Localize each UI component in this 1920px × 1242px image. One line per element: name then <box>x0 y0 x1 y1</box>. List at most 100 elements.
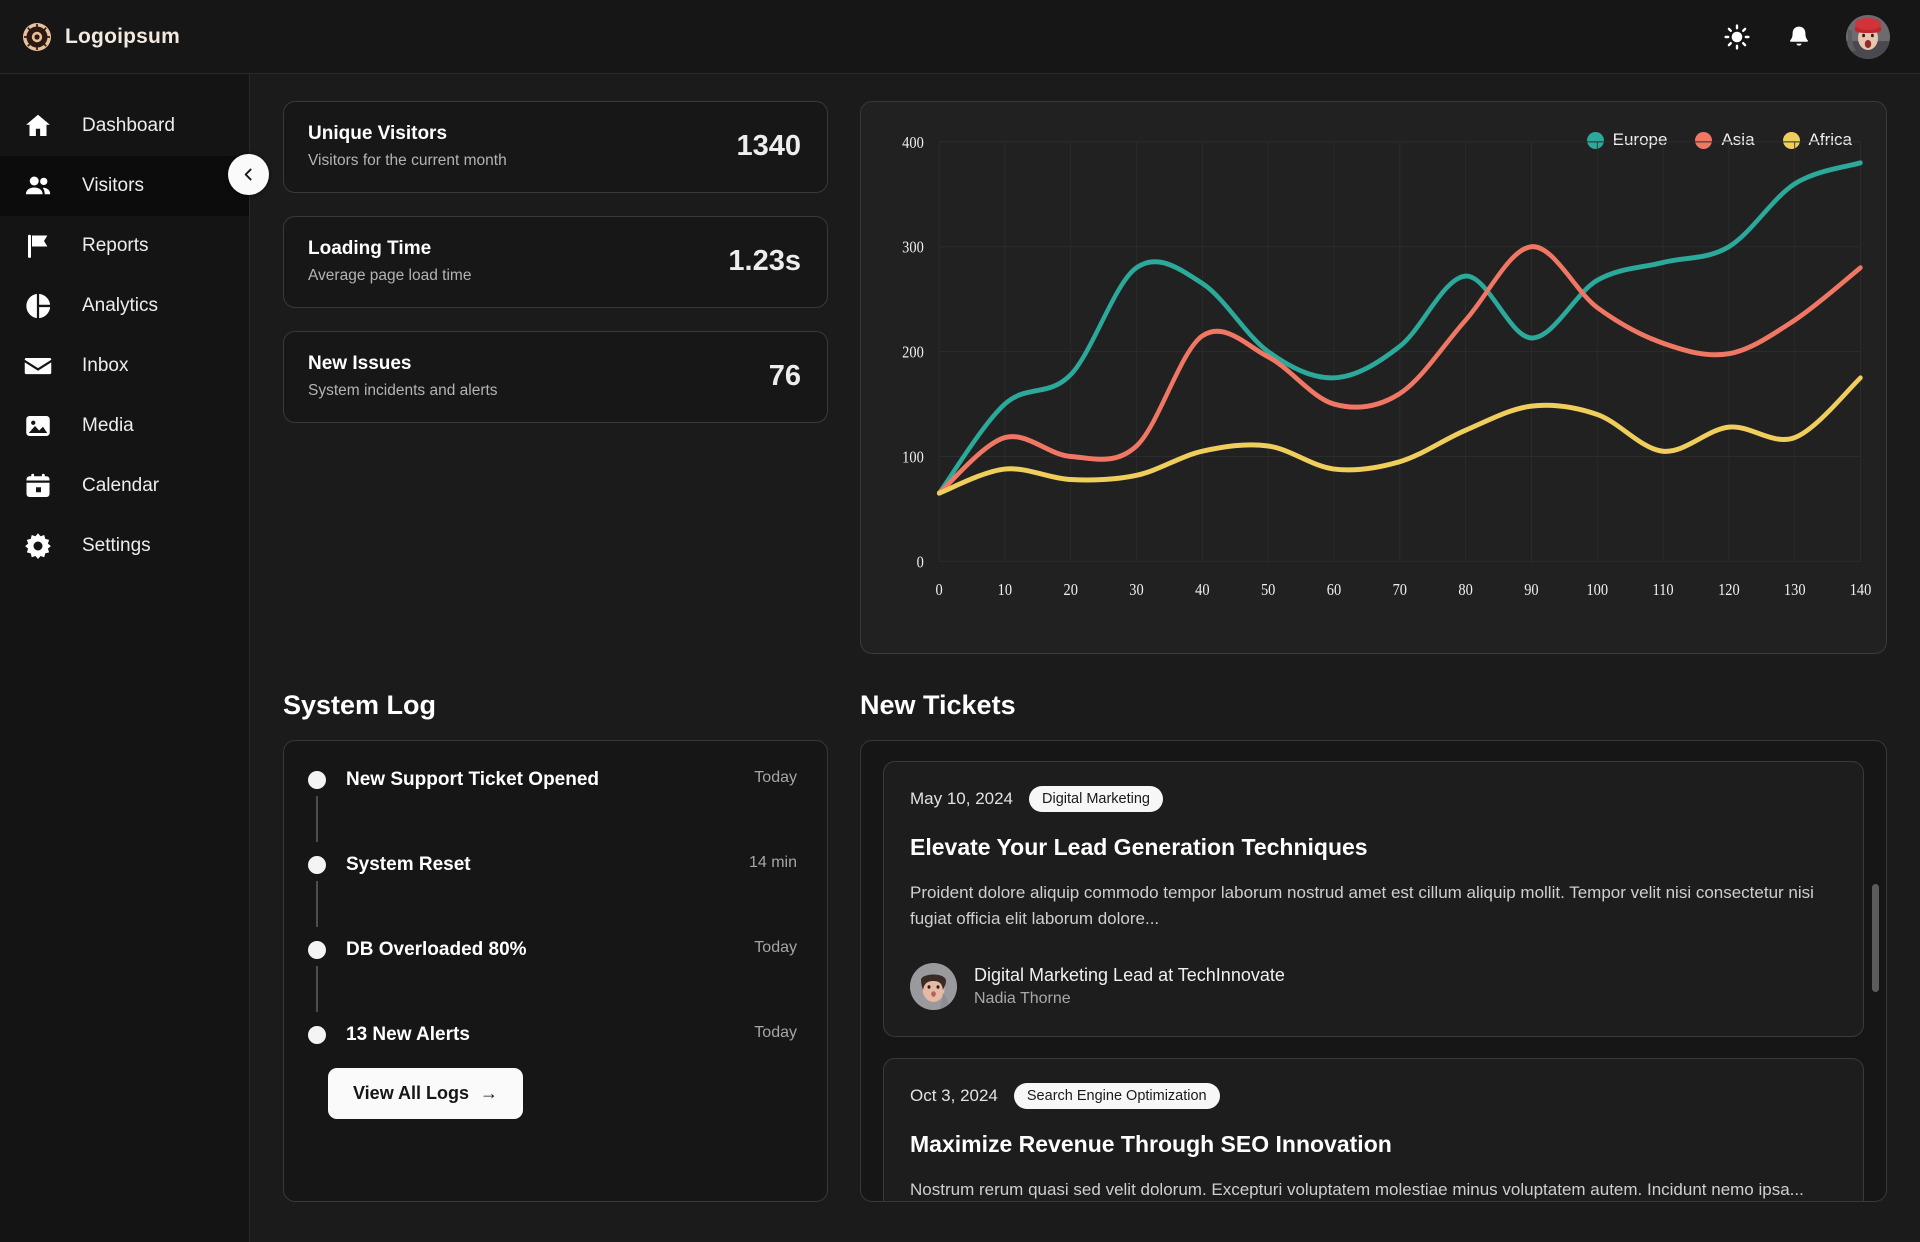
stat-title: Unique Visitors <box>308 123 507 145</box>
top-bar: Logoipsum <box>0 0 1920 74</box>
sidebar-item-inbox[interactable]: Inbox <box>0 336 249 396</box>
sidebar-item-reports[interactable]: Reports <box>0 216 249 276</box>
ticket-card[interactable]: Oct 3, 2024 Search Engine Optimization M… <box>883 1058 1864 1202</box>
stat-card-loading-time[interactable]: Loading Time Average page load time 1.23… <box>283 216 828 308</box>
log-entry[interactable]: System Reset 14 min <box>306 854 801 939</box>
log-entry-time: 14 min <box>749 854 797 872</box>
stat-value: 76 <box>769 360 801 393</box>
log-entry-list: New Support Ticket Opened Today System R… <box>306 769 801 1046</box>
author-name: Nadia Thorne <box>974 990 1285 1008</box>
stat-card-list: Unique Visitors Visitors for the current… <box>283 101 828 654</box>
sunburst-logo-icon <box>22 22 52 52</box>
stat-card-new-issues[interactable]: New Issues System incidents and alerts 7… <box>283 331 828 423</box>
home-icon <box>22 110 54 142</box>
stat-value: 1340 <box>736 130 801 163</box>
log-entry-title: DB Overloaded 80% <box>346 939 527 961</box>
stat-subtitle: Visitors for the current month <box>308 152 507 170</box>
log-entry[interactable]: 13 New Alerts Today <box>306 1024 801 1046</box>
sidebar-collapse-button[interactable] <box>228 154 269 195</box>
log-timeline <box>306 854 328 927</box>
svg-text:0: 0 <box>935 581 942 599</box>
new-tickets-heading: New Tickets <box>860 690 1887 721</box>
stat-text: New Issues System incidents and alerts <box>308 353 498 400</box>
svg-text:130: 130 <box>1784 581 1806 599</box>
log-timeline <box>306 1024 328 1044</box>
log-entry-title: System Reset <box>346 854 471 876</box>
sidebar-item-calendar[interactable]: Calendar <box>0 456 249 516</box>
ticket-author: Digital Marketing Lead at TechInnovate N… <box>910 963 1837 1010</box>
stat-card-unique-visitors[interactable]: Unique Visitors Visitors for the current… <box>283 101 828 193</box>
log-entry-time: Today <box>754 939 797 957</box>
system-log-section: System Log New Support Ticket Opened Tod… <box>283 654 828 1242</box>
ticket-meta: May 10, 2024 Digital Marketing <box>910 786 1837 812</box>
ticket-date: May 10, 2024 <box>910 789 1013 809</box>
svg-text:10: 10 <box>998 581 1013 599</box>
log-entry[interactable]: DB Overloaded 80% Today <box>306 939 801 1024</box>
svg-text:0: 0 <box>917 553 924 571</box>
stat-title: New Issues <box>308 353 498 375</box>
sidebar-item-label: Inbox <box>82 355 128 377</box>
tickets-scrollbar-thumb[interactable] <box>1872 884 1879 992</box>
user-avatar[interactable] <box>1846 15 1890 59</box>
sidebar-item-settings[interactable]: Settings <box>0 516 249 576</box>
sidebar-item-visitors[interactable]: Visitors <box>0 156 249 216</box>
sidebar-item-label: Calendar <box>82 475 159 497</box>
envelope-icon <box>22 350 54 382</box>
log-bullet-icon <box>308 1026 326 1044</box>
log-entry-title: 13 New Alerts <box>346 1024 470 1046</box>
flag-icon <box>22 230 54 262</box>
svg-text:100: 100 <box>902 448 924 466</box>
sidebar-item-dashboard[interactable]: Dashboard <box>0 96 249 156</box>
top-bar-actions <box>1722 15 1890 59</box>
log-entry[interactable]: New Support Ticket Opened Today <box>306 769 801 854</box>
ticket-body: Proident dolore aliquip commodo tempor l… <box>910 880 1837 933</box>
svg-text:400: 400 <box>902 134 924 152</box>
ticket-tag-badge[interactable]: Search Engine Optimization <box>1014 1083 1220 1109</box>
log-timeline <box>306 769 328 842</box>
sidebar-item-media[interactable]: Media <box>0 396 249 456</box>
svg-text:70: 70 <box>1393 581 1408 599</box>
svg-text:40: 40 <box>1195 581 1210 599</box>
stat-subtitle: Average page load time <box>308 267 471 285</box>
svg-text:60: 60 <box>1327 581 1342 599</box>
ticket-card[interactable]: May 10, 2024 Digital Marketing Elevate Y… <box>883 761 1864 1037</box>
new-tickets-panel: May 10, 2024 Digital Marketing Elevate Y… <box>860 740 1887 1202</box>
view-all-logs-button[interactable]: View All Logs → <box>328 1068 523 1119</box>
sun-icon[interactable] <box>1722 22 1752 52</box>
sidebar-item-label: Reports <box>82 235 149 257</box>
brand[interactable]: Logoipsum <box>22 22 180 52</box>
stat-subtitle: System incidents and alerts <box>308 382 498 400</box>
sidebar-item-label: Media <box>82 415 134 437</box>
log-bullet-icon <box>308 941 326 959</box>
bell-icon[interactable] <box>1784 22 1814 52</box>
sidebar-item-label: Analytics <box>82 295 158 317</box>
people-icon <box>22 170 54 202</box>
visitors-line-chart: Europe Asia Africa 010020030040001020304… <box>860 101 1887 654</box>
sidebar-item-label: Visitors <box>82 175 144 197</box>
sidebar-item-analytics[interactable]: Analytics <box>0 276 249 336</box>
svg-text:110: 110 <box>1653 581 1674 599</box>
author-role: Digital Marketing Lead at TechInnovate <box>974 965 1285 986</box>
pie-chart-icon <box>22 290 54 322</box>
stat-title: Loading Time <box>308 238 471 260</box>
svg-text:200: 200 <box>902 344 924 362</box>
svg-text:100: 100 <box>1586 581 1608 599</box>
author-text: Digital Marketing Lead at TechInnovate N… <box>974 965 1285 1008</box>
svg-text:20: 20 <box>1063 581 1078 599</box>
chart-canvas: 0100200300400010203040506070809010011012… <box>861 102 1886 653</box>
svg-text:30: 30 <box>1129 581 1144 599</box>
brand-name: Logoipsum <box>65 25 180 49</box>
chevron-left-icon <box>240 166 257 183</box>
log-connector <box>316 966 318 1012</box>
body-split: Dashboard Visitors <box>0 74 1920 1242</box>
author-avatar <box>910 963 957 1010</box>
sidebar-item-label: Settings <box>82 535 151 557</box>
svg-text:120: 120 <box>1718 581 1740 599</box>
ticket-date: Oct 3, 2024 <box>910 1086 998 1106</box>
svg-text:50: 50 <box>1261 581 1276 599</box>
sidebar: Dashboard Visitors <box>0 74 250 1242</box>
dashboard-app: Logoipsum <box>0 0 1920 1242</box>
stat-text: Unique Visitors Visitors for the current… <box>308 123 507 170</box>
ticket-tag-badge[interactable]: Digital Marketing <box>1029 786 1163 812</box>
log-entry-content: New Support Ticket Opened Today <box>346 769 801 791</box>
